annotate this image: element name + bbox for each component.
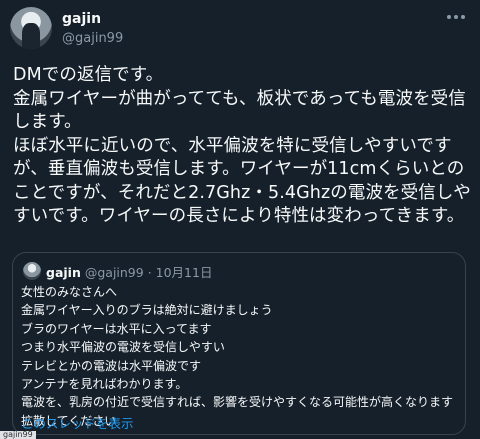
author-handle[interactable]: @gajin99 (62, 31, 123, 46)
quoted-separator: · (143, 265, 156, 280)
quoted-author-handle: @gajin99 (84, 265, 144, 280)
quoted-avatar (23, 262, 41, 280)
quoted-date: 10月11日 (155, 265, 213, 280)
tweet-text: DMでの返信です。 金属ワイヤーが曲がってても、板状であっても電波を受信します。… (13, 65, 471, 226)
author-avatar[interactable] (10, 7, 52, 49)
quoted-author-name: gajin (46, 265, 81, 280)
show-thread-link[interactable]: このスレッドを表示 (21, 413, 134, 432)
author-name[interactable]: gajin (62, 11, 101, 27)
quoted-header: gajin @gajin99 · 10月11日 (46, 262, 212, 281)
quoted-text: 女性のみなさんへ 金属ワイヤー入りのブラは絶対に避けましょう ブラのワイヤーは水… (21, 285, 454, 428)
corner-label: gajin99 (0, 431, 36, 439)
quoted-tweet[interactable]: gajin @gajin99 · 10月11日 女性のみなさんへ 金属ワイヤー入… (12, 252, 466, 435)
more-dots-icon[interactable] (444, 8, 468, 26)
